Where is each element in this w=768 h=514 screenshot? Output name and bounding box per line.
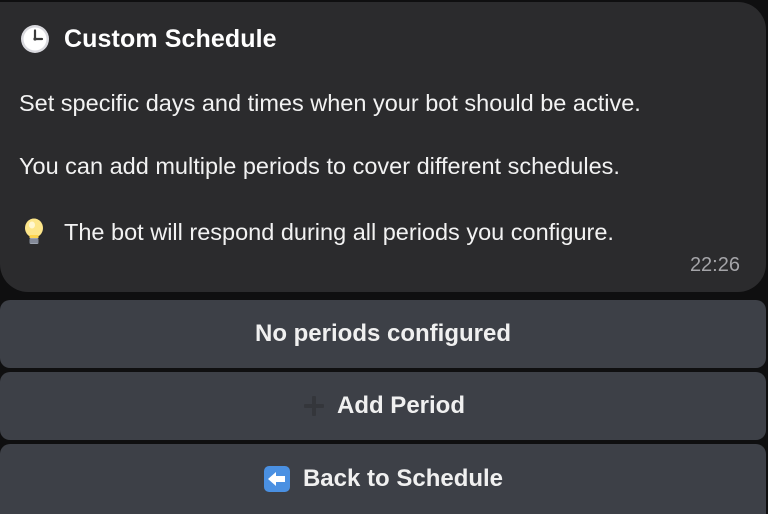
clock-icon [20,24,50,54]
message-text-line: Set specific days and times when your bo… [19,90,641,116]
lightbulb-icon [22,217,46,247]
plus-icon [301,393,327,419]
back-to-schedule-label: Back to Schedule [302,465,504,492]
tip-text: The bot will respond during all periods … [64,218,614,245]
left-arrow-icon [263,465,291,493]
message-title: Custom Schedule [64,24,277,53]
back-to-schedule-button[interactable]: Back to Schedule [0,444,766,514]
add-period-label: Add Period [336,392,465,419]
add-period-button[interactable]: Add Period [0,372,766,440]
message-tip-line: The bot will respond during all periods … [19,217,614,247]
message-title-row: Custom Schedule [20,22,277,56]
message-bubble: Custom Schedule Set specific days and ti… [0,2,766,292]
no-periods-label: No periods configured [254,320,511,347]
message-timestamp: 22:26 [689,254,740,276]
no-periods-button[interactable]: No periods configured [0,300,766,368]
message-text-line: You can add multiple periods to cover di… [19,153,620,179]
